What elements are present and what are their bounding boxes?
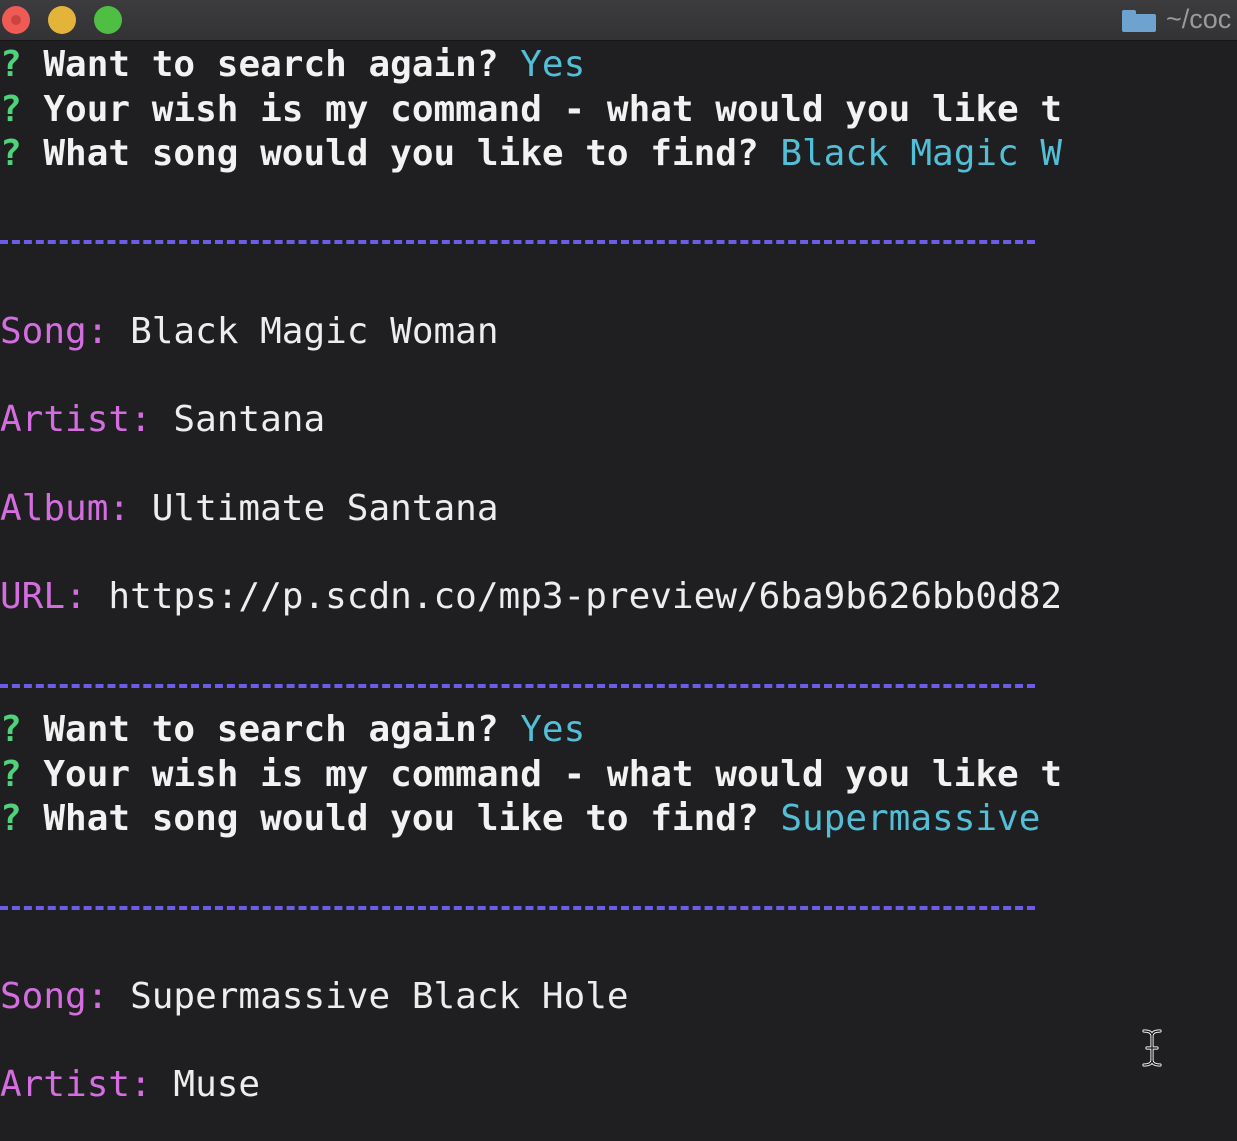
separator-line [0, 906, 1035, 910]
prompt-line-song: ? What song would you like to find? Blac… [0, 132, 1237, 176]
prompt-text: Want to search again? [43, 44, 499, 85]
url-label: URL: [0, 576, 87, 617]
prompt-answer: Supermassive [780, 798, 1041, 839]
question-mark: ? [0, 709, 22, 750]
url-value: https://p.scdn.co/mp3-preview/6ba9b626bb… [108, 576, 1063, 617]
prompt-line-search-again: ? Want to search again? Yes [0, 43, 1237, 87]
artist-value: Santana [173, 399, 326, 440]
result-song: Song: Black Magic Woman [0, 310, 1237, 354]
prompt-line-search-again: ? Want to search again? Yes [0, 708, 1237, 752]
separator-line [0, 684, 1035, 688]
artist-label: Artist: [0, 1064, 152, 1105]
prompt-text: Your wish is my command - what would you… [43, 89, 1063, 130]
prompt-answer: Yes [520, 709, 586, 750]
prompt-answer: Black Magic W [780, 133, 1063, 174]
prompt-line-song: ? What song would you like to find? Supe… [0, 797, 1237, 841]
prompt-text: What song would you like to find? [43, 133, 759, 174]
prompt-text: Your wish is my command - what would you… [43, 754, 1063, 795]
question-mark: ? [0, 133, 22, 174]
question-mark: ? [0, 798, 22, 839]
prompt-text: What song would you like to find? [43, 798, 759, 839]
song-value: Supermassive Black Hole [130, 976, 629, 1017]
song-label: Song: [0, 976, 109, 1017]
artist-value: Muse [173, 1064, 261, 1105]
prompt-answer: Yes [520, 44, 586, 85]
result-url: URL: https://p.scdn.co/mp3-preview/6ba9b… [0, 575, 1237, 619]
separator-line [0, 240, 1035, 244]
prompt-line-command: ? Your wish is my command - what would y… [0, 753, 1237, 797]
terminal-output[interactable]: ? Want to search again? Yes ? Your wish … [0, 0, 1237, 1141]
question-mark: ? [0, 754, 22, 795]
result-song: Song: Supermassive Black Hole [0, 975, 1237, 1019]
prompt-text: Want to search again? [43, 709, 499, 750]
question-mark: ? [0, 44, 22, 85]
result-artist: Artist: Santana [0, 398, 1237, 442]
result-album: Album: Ultimate Santana [0, 487, 1237, 531]
album-label: Album: [0, 488, 131, 529]
artist-label: Artist: [0, 399, 152, 440]
prompt-line-command: ? Your wish is my command - what would y… [0, 88, 1237, 132]
question-mark: ? [0, 89, 22, 130]
result-artist: Artist: Muse [0, 1063, 1237, 1107]
text-cursor-icon [1142, 1029, 1162, 1067]
terminal-window: ~/coc ? Want to search again? Yes ? Your… [0, 0, 1237, 1141]
song-value: Black Magic Woman [130, 311, 499, 352]
song-label: Song: [0, 311, 109, 352]
album-value: Ultimate Santana [151, 488, 499, 529]
